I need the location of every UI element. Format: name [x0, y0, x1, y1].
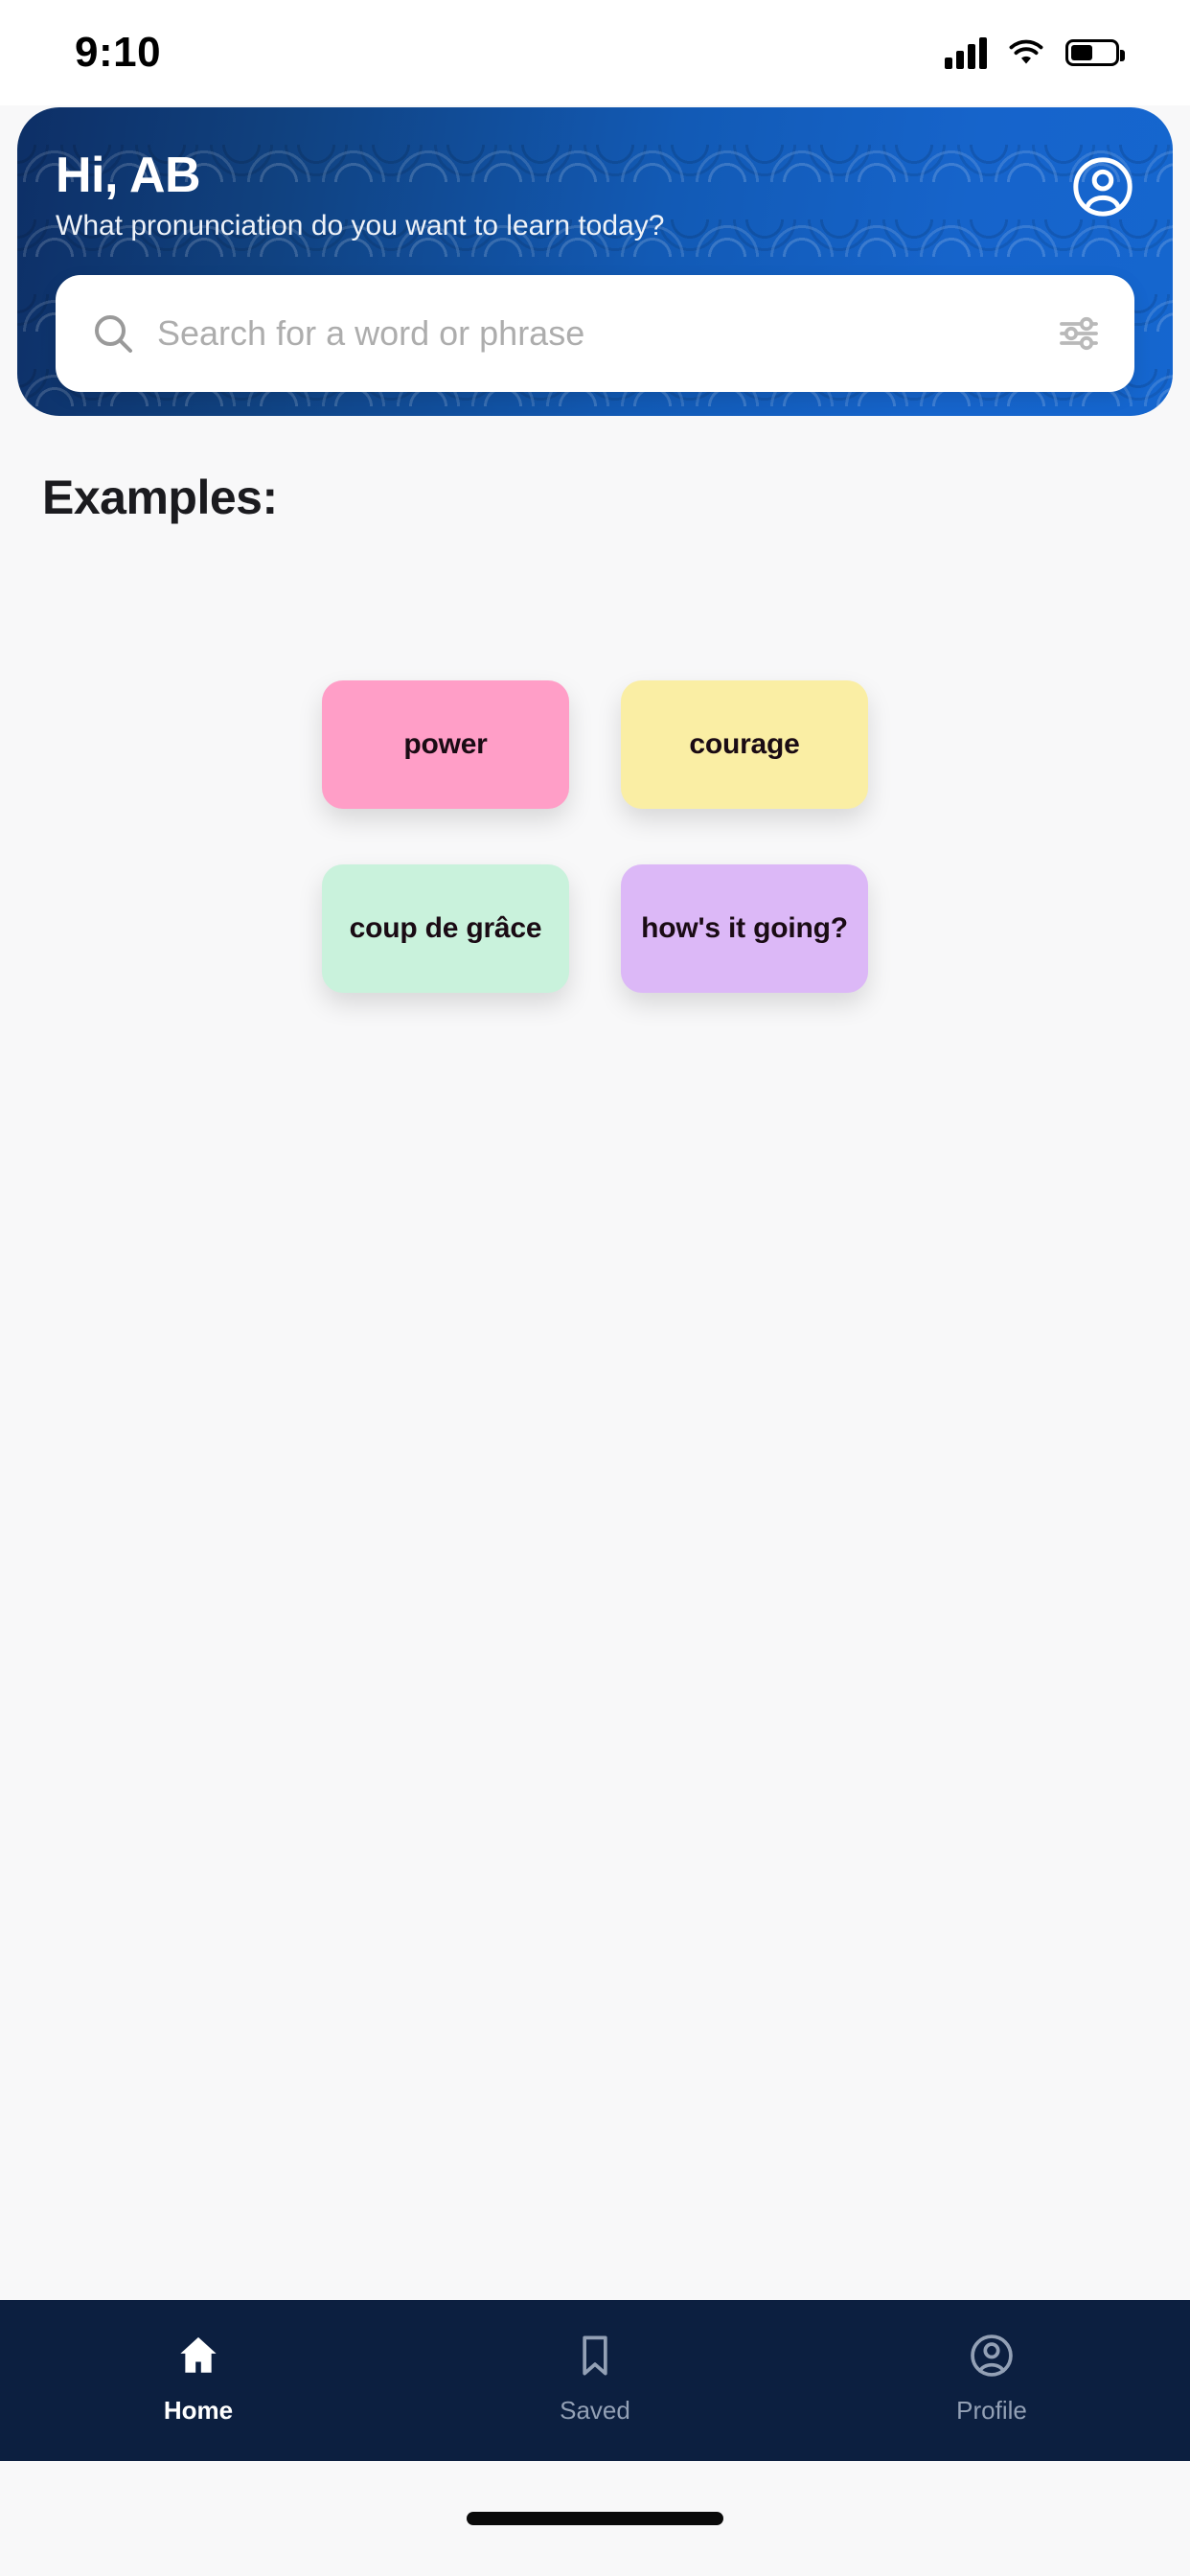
search-input[interactable]	[157, 312, 1056, 354]
status-bar-icons	[945, 36, 1125, 69]
account-circle-icon	[971, 2334, 1013, 2377]
page-title: Hi, AB	[56, 148, 201, 203]
examples-section-title: Examples:	[42, 471, 278, 524]
example-card-label: power	[403, 728, 488, 760]
battery-icon	[1065, 39, 1125, 66]
wifi-icon	[1009, 39, 1043, 64]
main-content: Examples: power courage coup de grâce ho…	[0, 416, 1190, 2300]
header-content: Hi, AB What pronunciation do you want to…	[17, 107, 1173, 242]
greeting-row: Hi, AB What pronunciation do you want to…	[56, 150, 1134, 242]
examples-card-grid: power courage coup de grâce how's it goi…	[0, 680, 1190, 993]
nav-item-saved[interactable]: Saved	[397, 2300, 793, 2461]
home-icon	[180, 2336, 217, 2373]
greeting-block: Hi, AB What pronunciation do you want to…	[56, 150, 664, 242]
app-screen: 9:10 Hi, AB What pronunciation do you wa…	[0, 0, 1190, 2576]
search-icon	[95, 314, 132, 353]
status-bar-time: 9:10	[75, 29, 162, 76]
example-card-label: courage	[689, 728, 800, 760]
example-card[interactable]: how's it going?	[621, 864, 868, 993]
nav-item-profile-label: Profile	[956, 2396, 1027, 2425]
search-bar[interactable]	[56, 274, 1134, 392]
nav-item-home-label: Home	[163, 2396, 234, 2425]
status-bar: 9:10	[0, 0, 1190, 105]
cellular-signal-icon	[945, 36, 987, 69]
nav-item-profile[interactable]: Profile	[793, 2300, 1190, 2461]
nav-item-home[interactable]: Home	[0, 2300, 397, 2461]
sliders-filter-icon[interactable]	[1056, 310, 1102, 356]
nav-item-saved-label: Saved	[560, 2396, 630, 2425]
home-indicator-area	[0, 2461, 1190, 2576]
example-card-label: coup de grâce	[349, 912, 542, 944]
bookmark-icon	[583, 2335, 607, 2376]
example-card-label: how's it going?	[641, 912, 848, 944]
example-card[interactable]: power	[322, 680, 569, 809]
home-indicator[interactable]	[467, 2512, 723, 2525]
greeting-subtitle: What pronunciation do you want to learn …	[56, 209, 665, 242]
header-banner: Hi, AB What pronunciation do you want to…	[17, 107, 1173, 416]
example-card[interactable]: courage	[621, 680, 868, 809]
account-circle-icon[interactable]	[1071, 155, 1134, 218]
bottom-navigation-bar: Home Saved Profile	[0, 2300, 1190, 2461]
example-card[interactable]: coup de grâce	[322, 864, 569, 993]
